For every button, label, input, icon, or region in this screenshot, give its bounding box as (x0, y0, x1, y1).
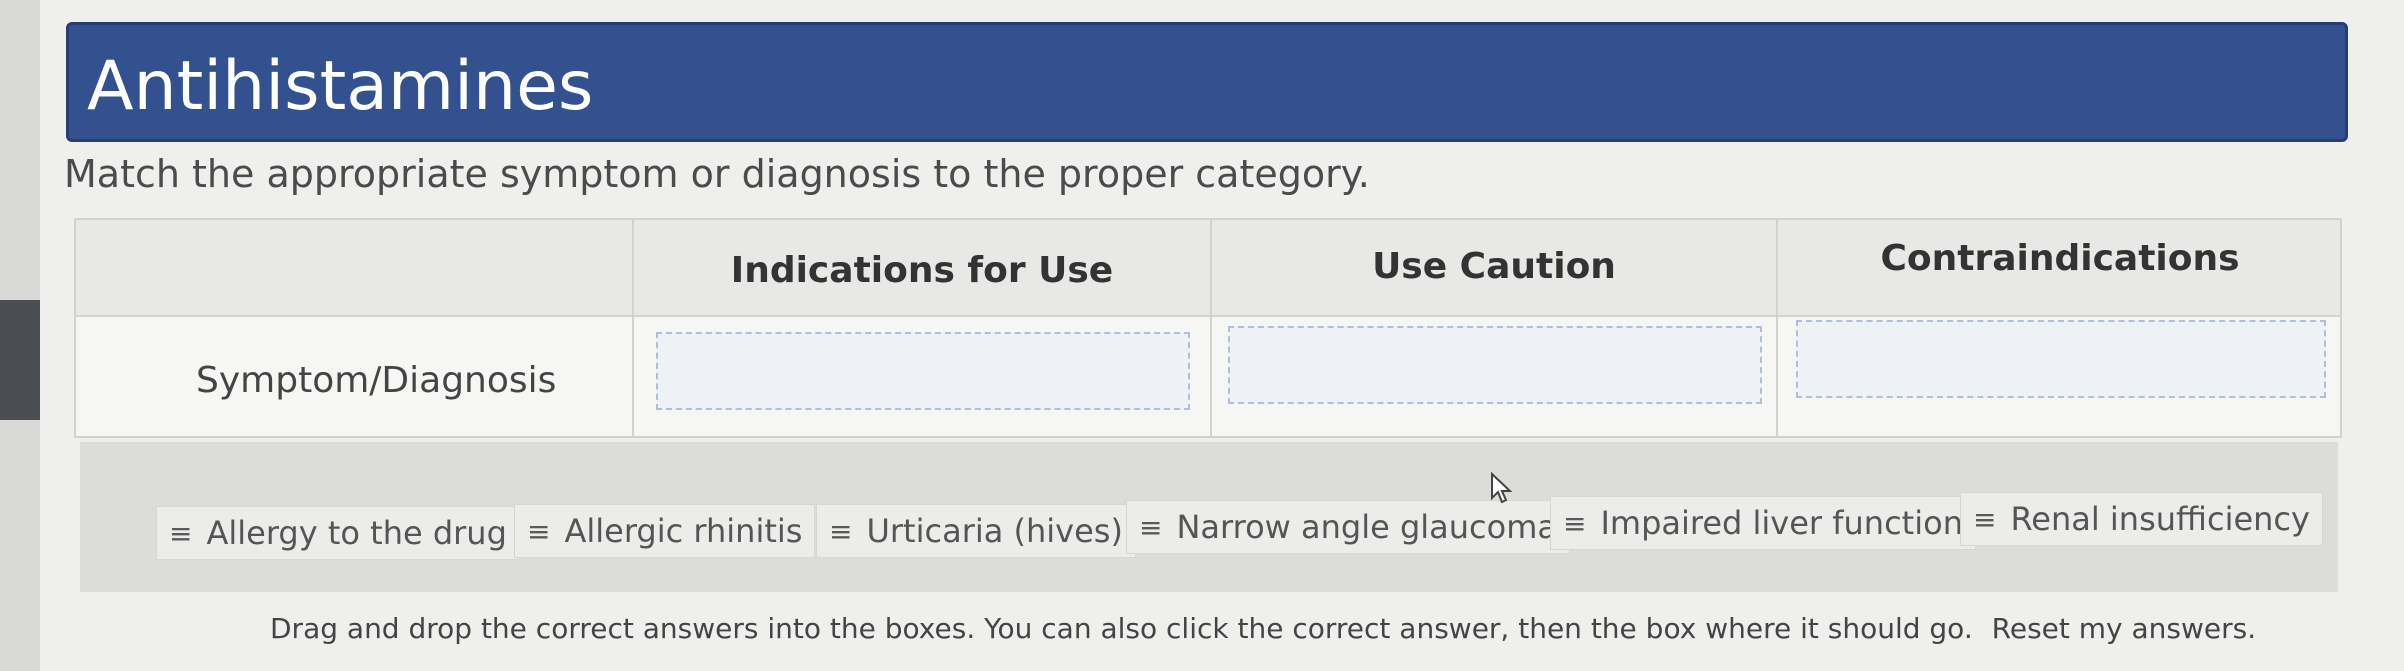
reset-answers-link[interactable]: Reset my answers. (1992, 612, 2256, 645)
drag-handle-icon: ≡ (1563, 506, 1587, 540)
row-label-symptom-diagnosis: Symptom/Diagnosis (196, 360, 557, 401)
monitor-bezel (0, 300, 40, 420)
drag-handle-icon: ≡ (1973, 502, 1997, 536)
answer-label: Urticaria (hives) (866, 512, 1123, 550)
answer-label: Allergy to the drug (206, 514, 507, 552)
answer-label: Impaired liver function (1600, 504, 1963, 542)
column-header-contraindications: Contraindications (1880, 238, 2240, 279)
drop-zone-indications[interactable] (656, 332, 1190, 410)
footer-instructions: Drag and drop the correct answers into t… (270, 612, 2256, 645)
drag-handle-icon: ≡ (829, 514, 853, 548)
answer-bank: ≡ Allergy to the drug ≡ Allergic rhiniti… (80, 442, 2338, 592)
answer-chip-allergy-to-drug[interactable]: ≡ Allergy to the drug (156, 506, 520, 560)
drop-zone-contraindications[interactable] (1796, 320, 2326, 398)
drop-zone-use-caution[interactable] (1228, 326, 1762, 404)
answer-label: Allergic rhinitis (564, 512, 803, 550)
answer-label: Renal insufficiency (2010, 500, 2310, 538)
answer-chip-narrow-angle-glaucoma[interactable]: ≡ Narrow angle glaucoma (1126, 500, 1570, 554)
matching-table: Indications for Use Use Caution Contrain… (74, 218, 2342, 438)
title-bar: Antihistamines (66, 22, 2348, 142)
answer-chip-urticaria[interactable]: ≡ Urticaria (hives) (816, 504, 1136, 558)
answer-chip-allergic-rhinitis[interactable]: ≡ Allergic rhinitis (514, 504, 816, 558)
drag-handle-icon: ≡ (527, 514, 551, 548)
instructions-text: Match the appropriate symptom or diagnos… (64, 152, 1370, 196)
page-title: Antihistamines (87, 47, 594, 126)
column-header-indications: Indications for Use (730, 250, 1114, 291)
column-header-use-caution: Use Caution (1372, 246, 1616, 287)
mouse-cursor-icon (1491, 472, 1513, 504)
answer-label: Narrow angle glaucoma (1176, 508, 1557, 546)
footer-text: Drag and drop the correct answers into t… (270, 612, 1973, 645)
drag-handle-icon: ≡ (169, 516, 193, 550)
answer-chip-impaired-liver-function[interactable]: ≡ Impaired liver function (1550, 496, 1976, 550)
answer-chip-renal-insufficiency[interactable]: ≡ Renal insufficiency (1960, 492, 2323, 546)
drag-handle-icon: ≡ (1139, 510, 1163, 544)
